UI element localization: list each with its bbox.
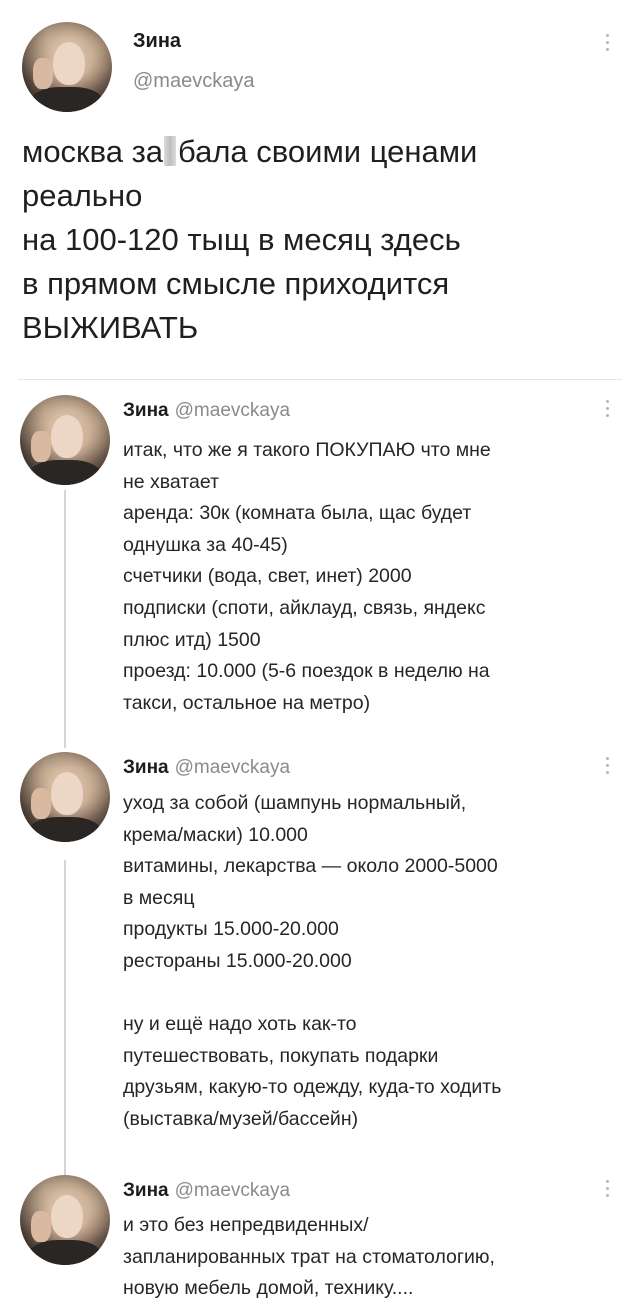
avatar-face	[50, 1194, 83, 1238]
avatar-face	[50, 414, 83, 458]
reply-author-name[interactable]: Зина	[123, 400, 169, 421]
avatar-shirt	[29, 816, 101, 842]
main-avatar[interactable]	[22, 22, 112, 112]
reply-header: Зина @maevckaya	[123, 400, 290, 422]
main-author-handle[interactable]: @maevckaya	[133, 70, 254, 93]
reply-author-name[interactable]: Зина	[123, 1180, 169, 1201]
main-more-icon[interactable]	[604, 34, 610, 51]
reply-text: итак, что же я такого ПОКУПАЮ что мне не…	[123, 439, 491, 714]
reply-header: Зина @maevckaya	[123, 757, 290, 779]
censor-blur	[164, 136, 177, 166]
reply-header: Зина @maevckaya	[123, 1180, 290, 1202]
avatar-hand	[30, 431, 51, 462]
divider	[18, 379, 622, 380]
main-author-name[interactable]: Зина	[133, 30, 181, 53]
reply-avatar[interactable]	[20, 395, 110, 485]
avatar-face	[52, 41, 85, 85]
avatar-shirt	[31, 86, 103, 112]
avatar-shirt	[29, 1239, 101, 1265]
reply-text: и это без непредвиденных/ запланированны…	[123, 1214, 495, 1300]
reply-text: уход за собой (шампунь нормальный, крема…	[123, 792, 502, 1130]
avatar-hand	[30, 788, 51, 819]
avatar-face	[50, 771, 83, 815]
reply-more-icon[interactable]	[604, 757, 610, 774]
reply-avatar[interactable]	[20, 752, 110, 842]
reply-author-handle[interactable]: @maevckaya	[175, 400, 290, 421]
reply-avatar[interactable]	[20, 1175, 110, 1265]
reply-author-handle[interactable]: @maevckaya	[175, 757, 290, 778]
thread-line	[64, 860, 66, 1180]
reply-more-icon[interactable]	[604, 400, 610, 417]
thread-line	[64, 490, 66, 748]
avatar-hand	[32, 58, 53, 89]
main-tweet-text: москва за бала своими ценами реально на 1…	[22, 130, 622, 350]
reply-author-handle[interactable]: @maevckaya	[175, 1180, 290, 1201]
main-text-part1: москва за	[22, 134, 164, 169]
reply-author-name[interactable]: Зина	[123, 757, 169, 778]
reply-more-icon[interactable]	[604, 1180, 610, 1197]
avatar-shirt	[29, 459, 101, 485]
avatar-hand	[30, 1211, 51, 1242]
